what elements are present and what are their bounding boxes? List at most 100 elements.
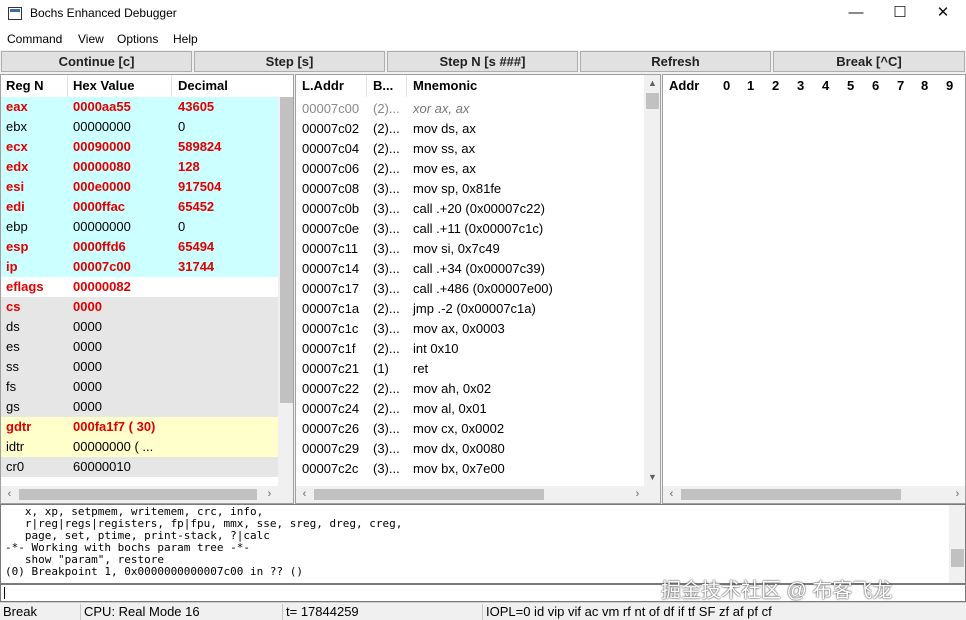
col-header-byte[interactable]: 8 bbox=[921, 75, 929, 97]
col-header-bytes[interactable]: B... bbox=[373, 75, 394, 97]
register-row-ds[interactable]: ds 0000 bbox=[1, 317, 279, 337]
step-n-button[interactable]: Step N [s ###] bbox=[387, 51, 578, 72]
register-row-esp[interactable]: esp 0000ffd6 65494 bbox=[1, 237, 279, 257]
disasm-row[interactable]: 00007c29 (3)... mov dx, 0x0080 bbox=[296, 439, 644, 459]
menu-help[interactable]: Help bbox=[173, 32, 198, 46]
scroll-left-arrow-icon[interactable]: ‹ bbox=[1, 486, 18, 503]
column-divider[interactable] bbox=[366, 75, 367, 97]
disasm-row[interactable]: 00007c11 (3)... mov si, 0x7c49 bbox=[296, 239, 644, 259]
scroll-thumb[interactable] bbox=[681, 489, 901, 500]
disasm-row[interactable]: 00007c1f (2)... int 0x10 bbox=[296, 339, 644, 359]
disasm-row[interactable]: 00007c22 (2)... mov ah, 0x02 bbox=[296, 379, 644, 399]
register-row-gs[interactable]: gs 0000 bbox=[1, 397, 279, 417]
register-row-ecx[interactable]: ecx 00090000 589824 bbox=[1, 137, 279, 157]
col-header-byte[interactable]: 3 bbox=[797, 75, 805, 97]
col-header-byte[interactable]: 4 bbox=[822, 75, 830, 97]
register-row-idtr[interactable]: idtr 00000000 ( ... bbox=[1, 437, 279, 457]
memory-horizontal-scrollbar[interactable]: ‹ › bbox=[663, 486, 965, 503]
col-header-addr[interactable]: Addr bbox=[669, 75, 700, 97]
column-divider[interactable] bbox=[67, 75, 68, 97]
refresh-button[interactable]: Refresh bbox=[580, 51, 771, 72]
register-row-cr0[interactable]: cr0 60000010 bbox=[1, 457, 279, 477]
menu-options[interactable]: Options bbox=[117, 32, 158, 46]
register-row-ebx[interactable]: ebx 00000000 0 bbox=[1, 117, 279, 137]
column-divider[interactable] bbox=[171, 75, 172, 97]
disasm-vertical-scrollbar[interactable]: ▲ ▼ bbox=[644, 75, 660, 486]
register-name: gdtr bbox=[6, 419, 32, 434]
scroll-thumb[interactable] bbox=[280, 97, 293, 403]
menu-view[interactable]: View bbox=[78, 32, 104, 46]
column-divider[interactable] bbox=[406, 75, 407, 97]
col-header-byte[interactable]: 7 bbox=[897, 75, 905, 97]
maximize-button[interactable]: ☐ bbox=[877, 0, 923, 28]
disasm-row[interactable]: 00007c14 (3)... call .+34 (0x00007c39) bbox=[296, 259, 644, 279]
disasm-row[interactable]: 00007c1c (3)... mov ax, 0x0003 bbox=[296, 319, 644, 339]
register-row-ebp[interactable]: ebp 00000000 0 bbox=[1, 217, 279, 237]
scroll-thumb[interactable] bbox=[951, 549, 964, 567]
col-header-mnemonic[interactable]: Mnemonic bbox=[413, 75, 478, 97]
scroll-up-arrow-icon[interactable]: ▲ bbox=[644, 75, 660, 92]
col-header-decimal[interactable]: Decimal bbox=[178, 75, 228, 97]
output-vertical-scrollbar[interactable] bbox=[949, 505, 965, 583]
disasm-row[interactable]: 00007c26 (3)... mov cx, 0x0002 bbox=[296, 419, 644, 439]
disasm-row[interactable]: 00007c02 (2)... mov ds, ax bbox=[296, 119, 644, 139]
disasm-row[interactable]: 00007c1a (2)... jmp .-2 (0x00007c1a) bbox=[296, 299, 644, 319]
close-button[interactable]: ✕ bbox=[920, 0, 966, 28]
register-row-ss[interactable]: ss 0000 bbox=[1, 357, 279, 377]
scroll-right-arrow-icon[interactable]: › bbox=[261, 486, 278, 503]
disasm-row[interactable]: 00007c24 (2)... mov al, 0x01 bbox=[296, 399, 644, 419]
step-button[interactable]: Step [s] bbox=[194, 51, 385, 72]
register-row-cs[interactable]: cs 0000 bbox=[1, 297, 279, 317]
register-vertical-scrollbar[interactable] bbox=[278, 97, 293, 486]
scroll-right-arrow-icon[interactable]: › bbox=[949, 486, 965, 503]
register-row-edi[interactable]: edi 0000ffac 65452 bbox=[1, 197, 279, 217]
disasm-row[interactable]: 00007c17 (3)... call .+486 (0x00007e00) bbox=[296, 279, 644, 299]
disasm-mnemonic: mov dx, 0x0080 bbox=[413, 441, 505, 456]
col-header-hex-value[interactable]: Hex Value bbox=[73, 75, 135, 97]
disasm-row[interactable]: 00007c00 (2)... xor ax, ax bbox=[296, 99, 644, 119]
continue-button[interactable]: Continue [c] bbox=[1, 51, 192, 72]
disasm-row[interactable]: 00007c21 (1) ret bbox=[296, 359, 644, 379]
col-header-byte[interactable]: 9 bbox=[946, 75, 954, 97]
col-header-byte[interactable]: 6 bbox=[872, 75, 880, 97]
scroll-down-arrow-icon[interactable]: ▼ bbox=[644, 469, 660, 486]
disasm-horizontal-scrollbar[interactable]: ‹ › bbox=[296, 486, 660, 503]
register-row-gdtr[interactable]: gdtr 000fa1f7 ( 30) bbox=[1, 417, 279, 437]
disasm-row[interactable]: 00007c06 (2)... mov es, ax bbox=[296, 159, 644, 179]
register-row-ip[interactable]: ip 00007c00 31744 bbox=[1, 257, 279, 277]
register-decimal: 31744 bbox=[178, 259, 215, 274]
col-header-laddr[interactable]: L.Addr bbox=[302, 75, 344, 97]
register-row-es[interactable]: es 0000 bbox=[1, 337, 279, 357]
debugger-output[interactable]: x, xp, setpmem, writemem, crc, info, r|r… bbox=[0, 504, 966, 584]
disasm-row[interactable]: 00007c0e (3)... call .+11 (0x00007c1c) bbox=[296, 219, 644, 239]
disasm-address: 00007c1f bbox=[302, 341, 356, 356]
window-title: Bochs Enhanced Debugger bbox=[30, 6, 177, 20]
register-name: ss bbox=[6, 359, 19, 374]
register-row-eflags[interactable]: eflags 00000082 bbox=[1, 277, 279, 297]
menu-command[interactable]: Command bbox=[7, 32, 62, 46]
disasm-address: 00007c0e bbox=[302, 221, 360, 236]
register-row-eax[interactable]: eax 0000aa55 43605 bbox=[1, 97, 279, 117]
scroll-left-arrow-icon[interactable]: ‹ bbox=[296, 486, 313, 503]
scroll-thumb[interactable] bbox=[314, 489, 544, 500]
col-header-byte[interactable]: 5 bbox=[847, 75, 855, 97]
register-row-edx[interactable]: edx 00000080 128 bbox=[1, 157, 279, 177]
col-header-byte[interactable]: 1 bbox=[747, 75, 755, 97]
register-row-fs[interactable]: fs 0000 bbox=[1, 377, 279, 397]
break-button[interactable]: Break [^C] bbox=[773, 51, 965, 72]
col-header-byte[interactable]: 0 bbox=[723, 75, 731, 97]
disasm-row[interactable]: 00007c08 (3)... mov sp, 0x81fe bbox=[296, 179, 644, 199]
col-header-reg-name[interactable]: Reg N bbox=[6, 75, 44, 97]
scroll-right-arrow-icon[interactable]: › bbox=[629, 486, 646, 503]
minimize-button[interactable]: — bbox=[833, 0, 879, 28]
register-hex: 60000010 bbox=[73, 459, 131, 474]
disasm-row[interactable]: 00007c0b (3)... call .+20 (0x00007c22) bbox=[296, 199, 644, 219]
scroll-left-arrow-icon[interactable]: ‹ bbox=[663, 486, 680, 503]
scroll-thumb[interactable] bbox=[646, 93, 659, 109]
col-header-byte[interactable]: 2 bbox=[772, 75, 780, 97]
disasm-row[interactable]: 00007c04 (2)... mov ss, ax bbox=[296, 139, 644, 159]
disasm-row[interactable]: 00007c2c (3)... mov bx, 0x7e00 bbox=[296, 459, 644, 479]
register-horizontal-scrollbar[interactable]: ‹ › bbox=[1, 486, 293, 503]
register-row-esi[interactable]: esi 000e0000 917504 bbox=[1, 177, 279, 197]
scroll-thumb[interactable] bbox=[19, 489, 257, 500]
